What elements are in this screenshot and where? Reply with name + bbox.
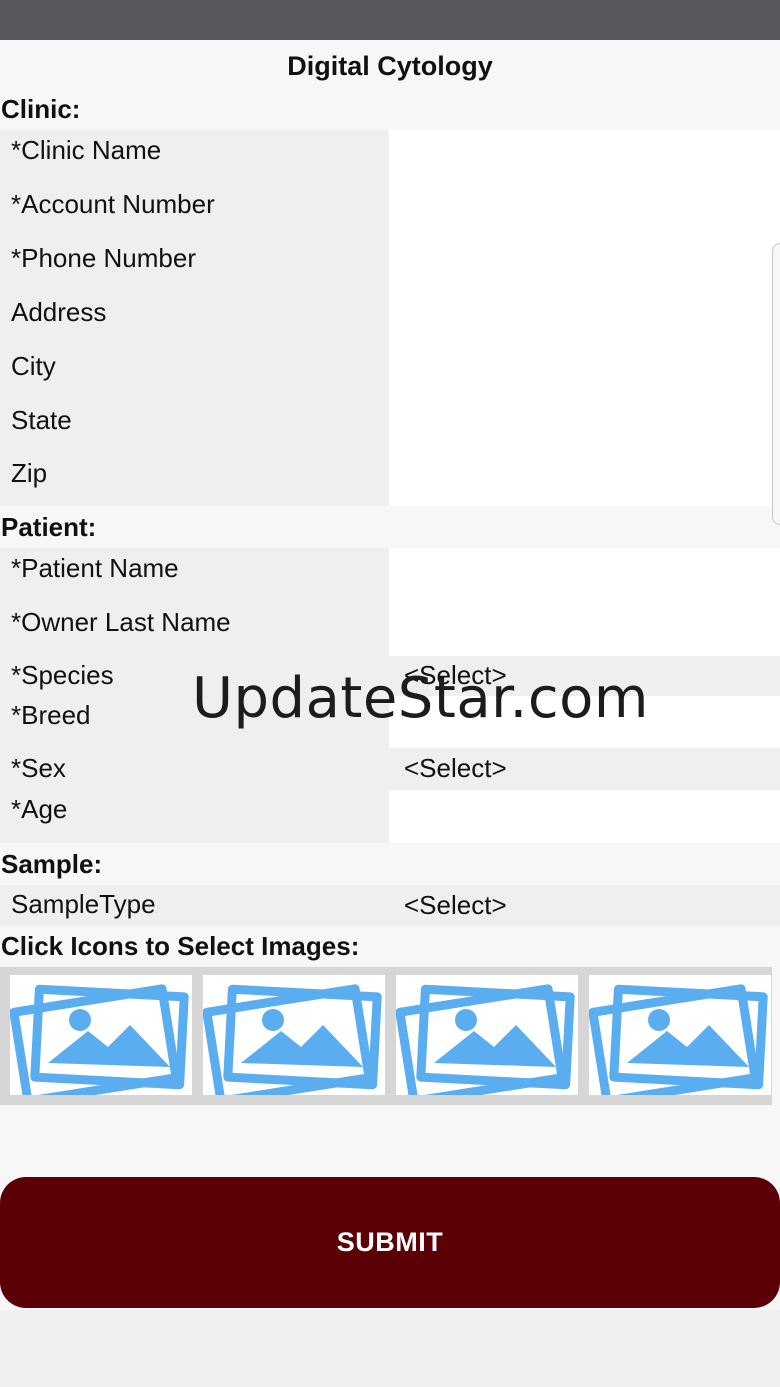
image-picker-icon xyxy=(396,984,575,1095)
field-label: City xyxy=(0,346,389,400)
sample-type-select[interactable]: <Select> xyxy=(389,885,780,926)
image-slot-2[interactable] xyxy=(203,975,385,1095)
image-picker-icon xyxy=(203,984,382,1095)
scroll-handle[interactable] xyxy=(772,243,780,525)
image-slot-4[interactable] xyxy=(589,975,771,1095)
form-row-city: City xyxy=(0,346,780,400)
field-label: *Phone Number xyxy=(0,238,389,292)
sample-type-selected-value: <Select> xyxy=(404,890,507,920)
field-label: *Age xyxy=(0,790,389,843)
age-input[interactable] xyxy=(389,790,780,843)
zip-label: Zip xyxy=(11,458,48,488)
section-patient-heading: Patient: xyxy=(1,512,97,542)
sex-selected-value: <Select> xyxy=(404,753,507,783)
image-picker-strip xyxy=(0,967,772,1105)
city-label: City xyxy=(11,351,56,381)
form-row-account-number: *Account Number xyxy=(0,184,780,238)
image-picker-icon xyxy=(10,984,189,1095)
address-input[interactable] xyxy=(389,292,780,346)
field-label: *Owner Last Name xyxy=(0,602,389,656)
form-row-owner-last-name: *Owner Last Name xyxy=(0,602,780,656)
patient-name-input[interactable] xyxy=(389,548,780,602)
watermark-text: UpdateStar.com xyxy=(192,666,649,731)
field-label: *Patient Name xyxy=(0,548,389,602)
section-sample-heading: Sample: xyxy=(1,849,103,879)
address-label: Address xyxy=(11,297,107,327)
clinic-name-input[interactable] xyxy=(389,130,780,184)
field-label: *Account Number xyxy=(0,184,389,238)
zip-input[interactable] xyxy=(389,454,780,506)
image-slot-3[interactable] xyxy=(396,975,578,1095)
form-row-sample-type: SampleType <Select> xyxy=(0,885,780,926)
sample-type-label: SampleType xyxy=(11,889,156,919)
phone-number-label: *Phone Number xyxy=(11,243,196,273)
owner-last-name-input[interactable] xyxy=(389,602,780,656)
form-row-age: *Age xyxy=(0,790,780,843)
clinic-name-label: *Clinic Name xyxy=(11,135,162,165)
form-row-state: State xyxy=(0,400,780,454)
form-row-zip: Zip xyxy=(0,454,780,506)
form-row-clinic-name: *Clinic Name xyxy=(0,130,780,184)
account-number-input[interactable] xyxy=(389,184,780,238)
sex-select[interactable]: <Select> xyxy=(389,748,780,790)
image-slot-1[interactable] xyxy=(10,975,192,1095)
section-images-heading: Click Icons to Select Images: xyxy=(1,931,360,961)
phone-number-input[interactable] xyxy=(389,238,780,292)
form-row-sex: *Sex <Select> xyxy=(0,748,780,790)
field-label: Address xyxy=(0,292,389,346)
state-input[interactable] xyxy=(389,400,780,454)
city-input[interactable] xyxy=(389,346,780,400)
status-bar xyxy=(0,0,780,40)
state-label: State xyxy=(11,405,72,435)
breed-label: *Breed xyxy=(11,700,91,730)
field-label: State xyxy=(0,400,389,454)
field-label: Zip xyxy=(0,454,389,506)
species-label: *Species xyxy=(11,660,114,690)
sex-label: *Sex xyxy=(11,753,66,783)
image-picker-icon xyxy=(589,984,768,1095)
patient-name-label: *Patient Name xyxy=(11,553,179,583)
field-label: SampleType xyxy=(0,885,389,926)
section-clinic-heading: Clinic: xyxy=(1,94,81,124)
account-number-label: *Account Number xyxy=(11,189,215,219)
form-row-patient-name: *Patient Name xyxy=(0,548,780,602)
submit-button[interactable]: SUBMIT xyxy=(0,1177,780,1308)
form-row-phone-number: *Phone Number xyxy=(0,238,780,292)
form-row-address: Address xyxy=(0,292,780,346)
age-label: *Age xyxy=(11,794,68,824)
field-label: *Sex xyxy=(0,748,389,790)
page-title: Digital Cytology xyxy=(287,51,493,81)
owner-last-name-label: *Owner Last Name xyxy=(11,607,231,637)
bottom-area xyxy=(0,1310,780,1387)
field-label: *Clinic Name xyxy=(0,130,389,184)
